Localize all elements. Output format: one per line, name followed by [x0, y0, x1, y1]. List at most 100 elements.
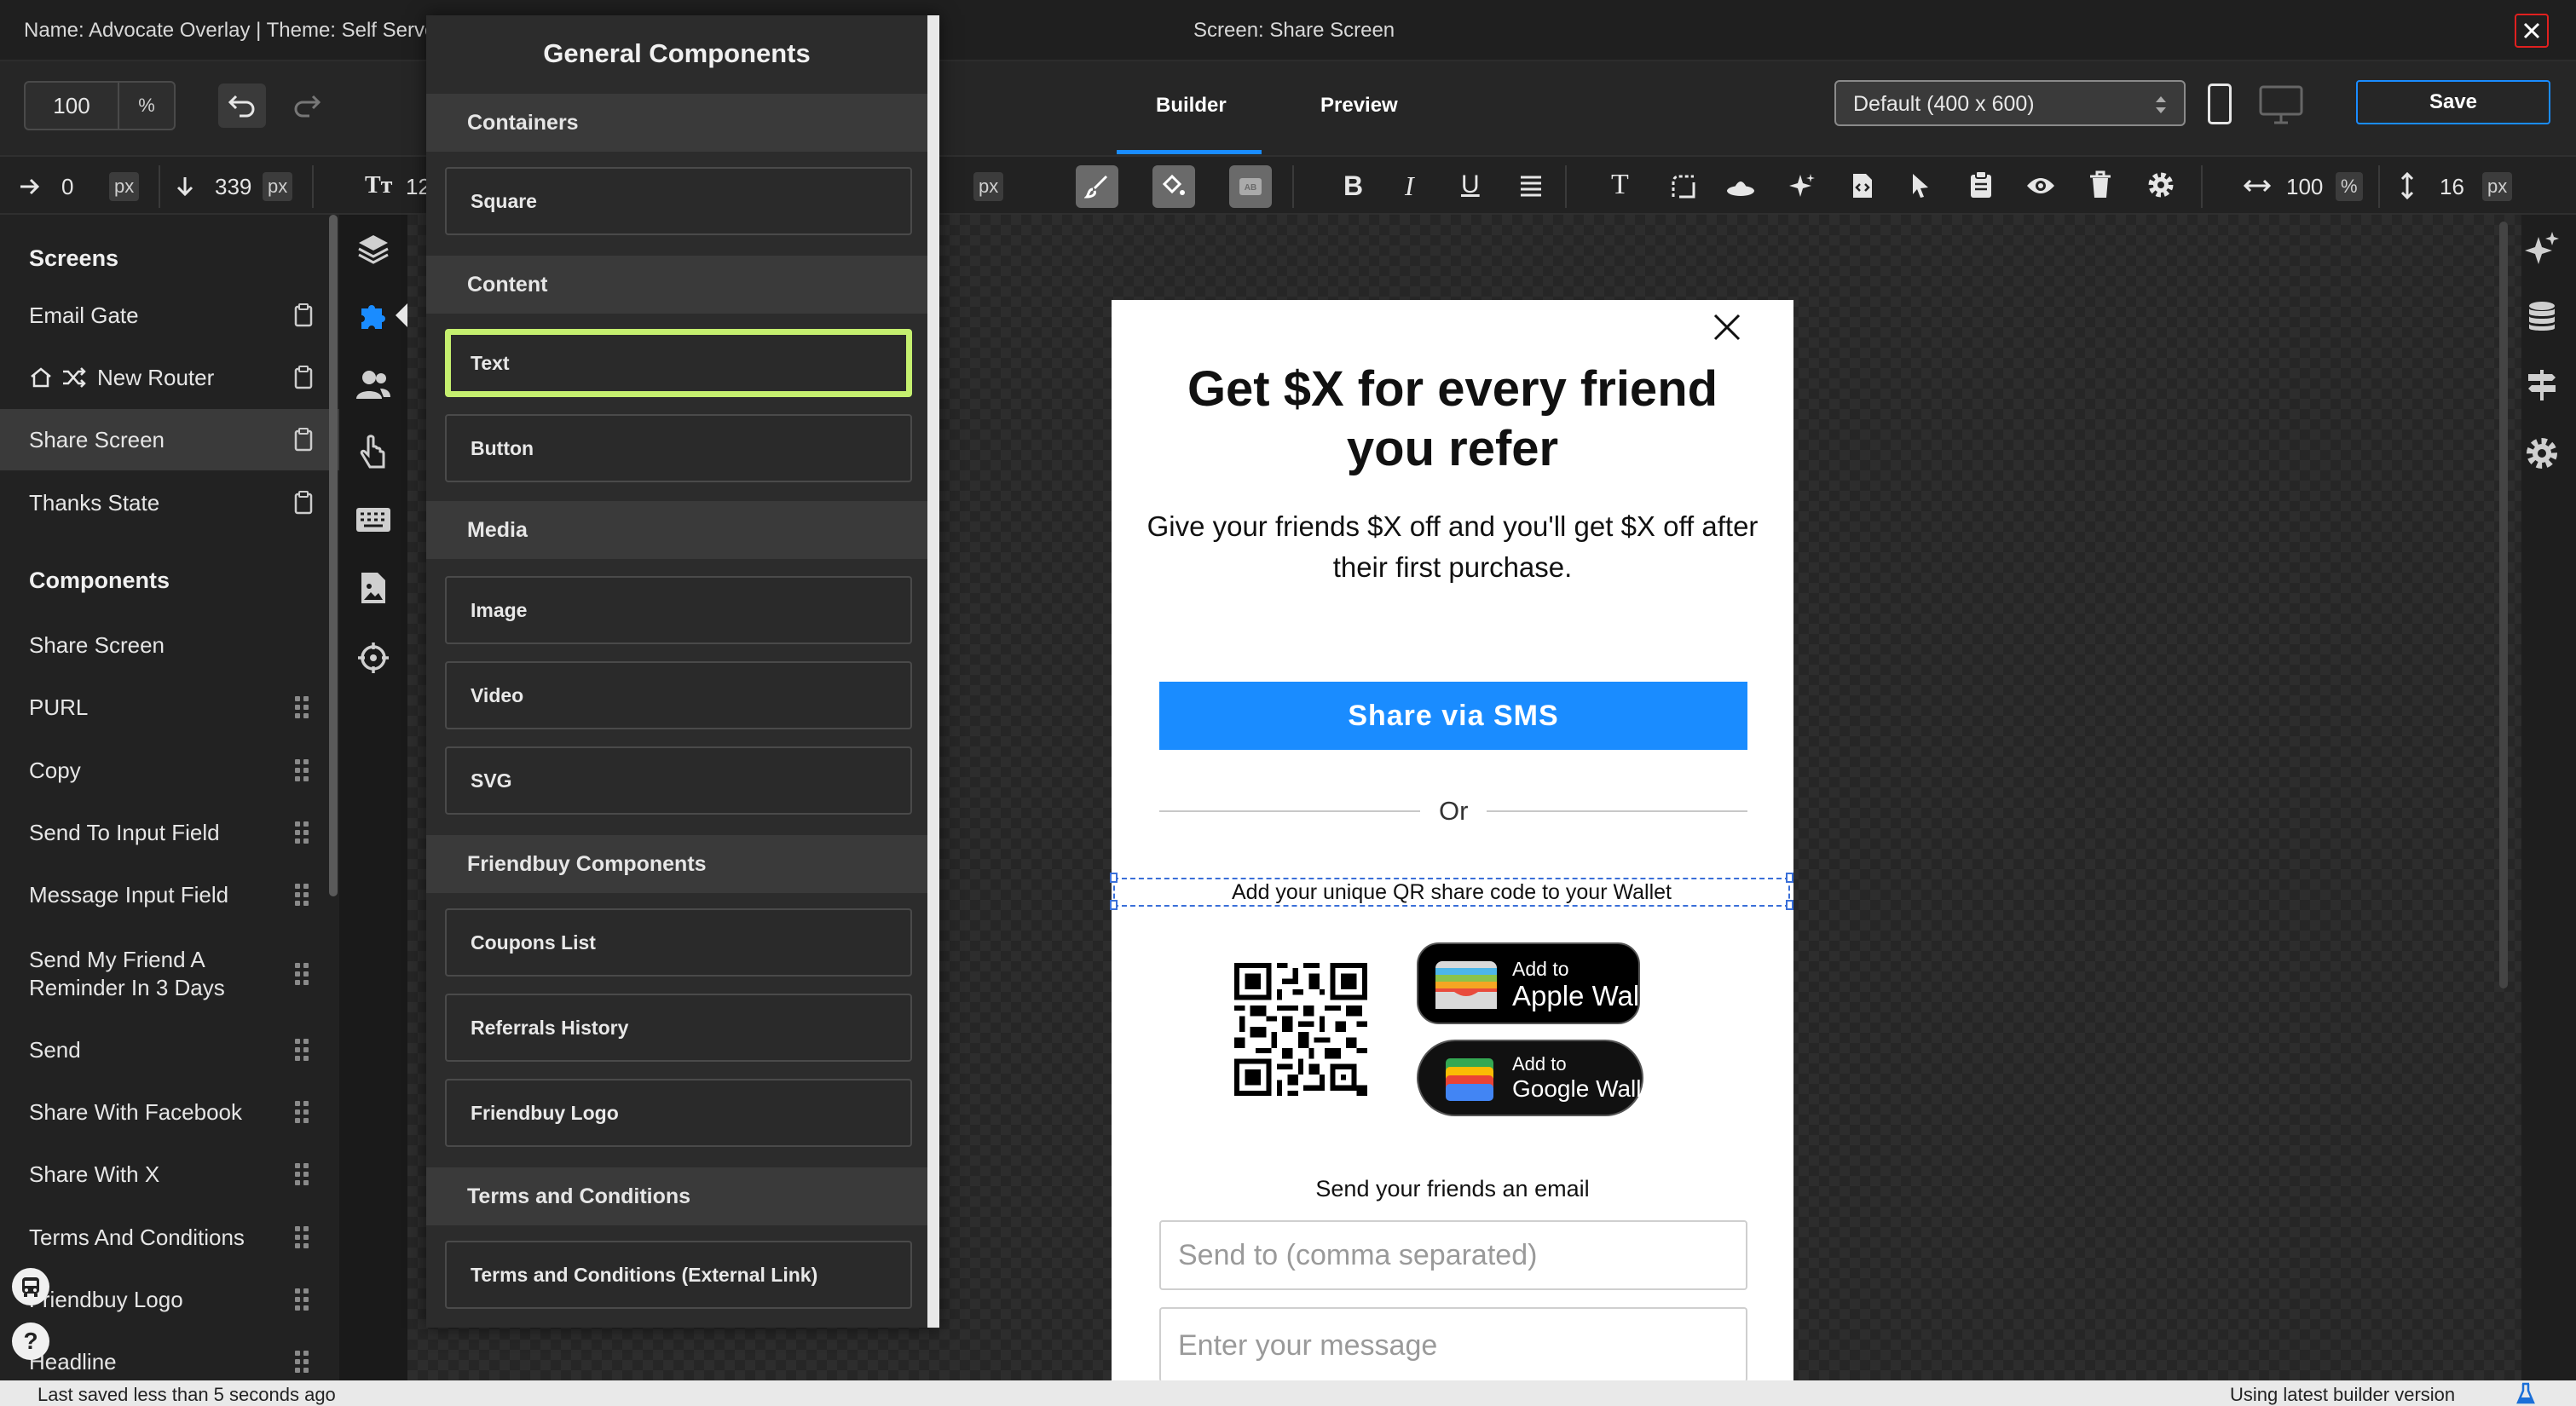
component-square[interactable]: Square [445, 167, 912, 235]
italic-icon[interactable]: I [1405, 170, 1414, 202]
fill-color-button[interactable] [1152, 165, 1195, 208]
sidebar-scrollbar[interactable] [329, 215, 338, 896]
tab-preview[interactable]: Preview [1320, 94, 1398, 118]
resize-handle[interactable] [1110, 873, 1118, 883]
crosshair-icon[interactable] [356, 641, 390, 675]
clipboard-icon[interactable] [294, 303, 313, 327]
add-to-google-wallet-button[interactable]: Add to Google Wallet [1417, 1040, 1661, 1116]
component-image[interactable]: Image [445, 576, 912, 644]
component-item[interactable]: Share Screen [0, 614, 339, 676]
pointer-hand-icon[interactable] [358, 435, 389, 470]
component-item[interactable]: Message Input Field [0, 864, 339, 925]
flask-icon[interactable] [2516, 1382, 2535, 1404]
drag-handle-icon[interactable] [295, 1288, 310, 1311]
message-field[interactable]: Enter your message [1159, 1307, 1747, 1382]
text-color-button[interactable] [1076, 165, 1118, 208]
component-item[interactable]: Send My Friend A Reminder In 3 Days [0, 936, 339, 1012]
desktop-view-icon[interactable] [2259, 85, 2303, 124]
resize-handle[interactable] [1786, 900, 1793, 910]
bus-help-button[interactable] [12, 1268, 49, 1305]
screen-item-email-gate[interactable]: Email Gate [0, 285, 339, 346]
tab-builder[interactable]: Builder [1156, 94, 1227, 118]
settings-gear-icon[interactable] [2146, 170, 2175, 199]
selected-text-element[interactable]: Add your unique QR share code to your Wa… [1113, 878, 1790, 907]
canvas-scrollbar[interactable] [2499, 222, 2508, 988]
y-position-value[interactable]: 339 [215, 174, 251, 200]
help-question-icon[interactable]: ? [12, 1322, 49, 1360]
component-item[interactable]: Send To Input Field [0, 802, 339, 863]
sparkle-icon[interactable] [1788, 172, 1816, 199]
component-terms-external-link[interactable]: Terms and Conditions (External Link) [445, 1241, 912, 1309]
component-text[interactable]: Text [445, 329, 912, 397]
component-item[interactable]: Headline [0, 1332, 339, 1380]
drag-handle-icon[interactable] [295, 821, 310, 844]
align-justify-icon[interactable] [1519, 174, 1543, 198]
drag-handle-icon[interactable] [295, 696, 310, 718]
drag-handle-icon[interactable] [295, 1101, 310, 1123]
users-icon[interactable] [355, 368, 392, 402]
send-to-field[interactable]: Send to (comma separated) [1159, 1220, 1747, 1290]
x-position-value[interactable]: 0 [61, 174, 73, 200]
shadow-icon[interactable] [1725, 174, 1756, 199]
component-item[interactable]: Copy [0, 740, 339, 801]
ai-sparkle-icon[interactable] [2525, 232, 2559, 266]
trash-icon[interactable] [2088, 170, 2112, 199]
clipboard-icon[interactable] [294, 366, 313, 389]
database-icon[interactable] [2525, 300, 2559, 334]
save-button[interactable]: Save [2356, 80, 2550, 124]
component-item[interactable]: Friendbuy Logo [0, 1269, 339, 1330]
component-item-label: Friendbuy Logo [29, 1286, 183, 1312]
settings-gear-icon[interactable] [2525, 436, 2559, 470]
component-item[interactable]: Share With Facebook [0, 1081, 339, 1143]
text-style-icon[interactable]: T [1611, 169, 1629, 201]
redo-button[interactable] [283, 84, 331, 128]
modal-close-icon[interactable] [1712, 312, 1742, 343]
screen-item-share-screen[interactable]: Share Screen [0, 409, 339, 470]
drag-handle-icon[interactable] [295, 759, 310, 781]
code-file-icon[interactable] [1851, 172, 1874, 199]
puzzle-icon[interactable] [356, 300, 390, 334]
device-select[interactable]: Default (400 x 600) [1834, 80, 2186, 126]
resize-handle[interactable] [1786, 873, 1793, 883]
drag-handle-icon[interactable] [295, 1163, 310, 1185]
underline-icon[interactable]: U [1461, 170, 1480, 199]
bold-icon[interactable]: B [1343, 170, 1363, 202]
drag-handle-icon[interactable] [295, 963, 310, 985]
component-item[interactable]: Send [0, 1019, 339, 1080]
component-button[interactable]: Button [445, 414, 912, 482]
screen-item-new-router[interactable]: New Router [0, 347, 339, 408]
width-value[interactable]: 100 [2286, 174, 2323, 200]
layers-icon[interactable] [356, 232, 390, 266]
screen-item-thanks-state[interactable]: Thanks State [0, 472, 339, 533]
component-friendbuy-logo[interactable]: Friendbuy Logo [445, 1079, 912, 1147]
mobile-view-icon[interactable] [2208, 84, 2232, 124]
resize-handle[interactable] [1110, 900, 1118, 910]
drag-handle-icon[interactable] [295, 1039, 310, 1061]
clipboard-icon[interactable] [294, 428, 313, 452]
component-svg[interactable]: SVG [445, 746, 912, 815]
clipboard-icon[interactable] [294, 491, 313, 515]
drag-handle-icon[interactable] [295, 884, 310, 906]
component-item[interactable]: PURL [0, 677, 339, 738]
component-video[interactable]: Video [445, 661, 912, 729]
component-coupons-list[interactable]: Coupons List [445, 908, 912, 977]
signpost-icon[interactable] [2525, 368, 2559, 402]
share-via-sms-button[interactable]: Share via SMS [1159, 682, 1747, 750]
cursor-icon[interactable] [1909, 172, 1932, 199]
undo-button[interactable] [218, 84, 266, 128]
keyboard-icon[interactable] [355, 506, 392, 533]
border-color-button[interactable]: AB [1229, 165, 1272, 208]
component-item[interactable]: Share With X [0, 1144, 339, 1205]
image-file-icon[interactable] [360, 571, 387, 605]
zoom-input[interactable]: 100 % [24, 81, 176, 130]
component-item[interactable]: Terms And Conditions [0, 1207, 339, 1268]
height-value[interactable]: 16 [2440, 174, 2464, 200]
border-radius-icon[interactable] [1671, 174, 1696, 199]
drag-handle-icon[interactable] [295, 1226, 310, 1248]
component-referrals-history[interactable]: Referrals History [445, 994, 912, 1062]
clipboard-icon[interactable] [1969, 170, 1993, 199]
eye-icon[interactable] [2025, 174, 2056, 198]
close-button[interactable] [2515, 14, 2549, 48]
add-to-apple-wallet-button[interactable]: Add to Apple Wallet [1417, 942, 1669, 1024]
drag-handle-icon[interactable] [295, 1351, 310, 1373]
